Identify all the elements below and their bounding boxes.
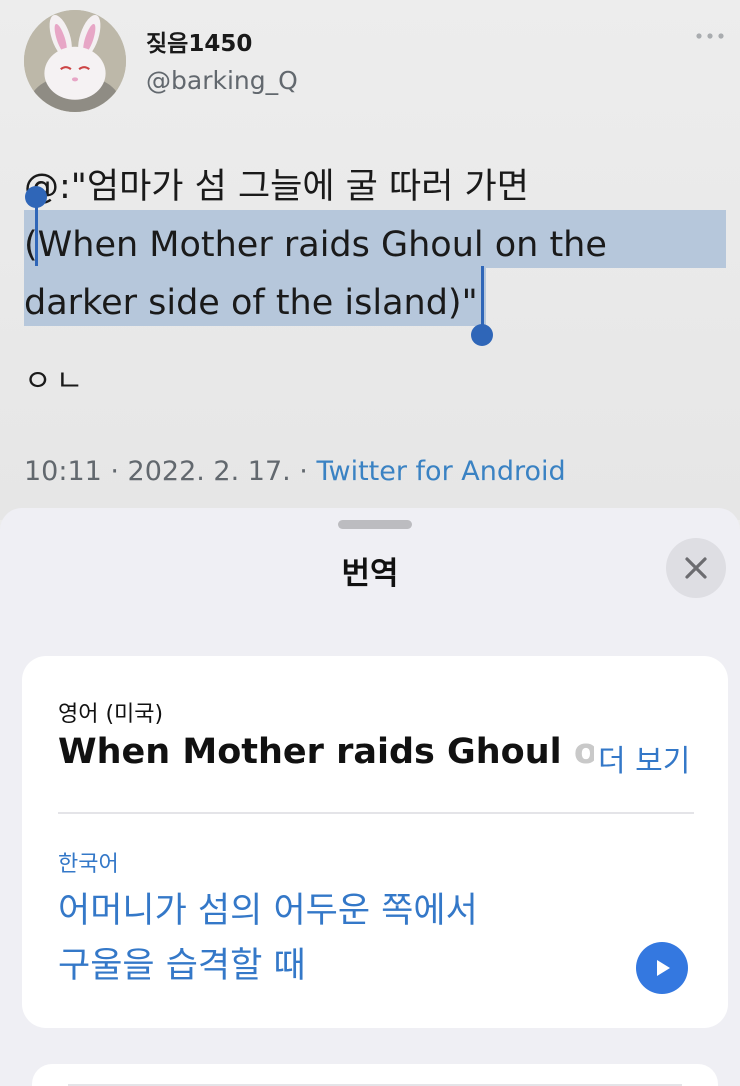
- translate-sheet: 번역 영어 (미국) When Mother raids Ghoul on 더 …: [0, 508, 740, 1086]
- tweet-reply-text: ㅇㄴ: [24, 364, 88, 399]
- user-handle[interactable]: @barking_Q: [146, 66, 298, 95]
- selection-end-stem: [481, 266, 484, 328]
- translated-text-line-1: 어머니가 섬의 어두운 쪽에서: [58, 891, 478, 931]
- tweet-text[interactable]: @:"엄마가 섬 그늘에 굴 따러 가면 (When Mother raids …: [24, 158, 724, 332]
- selection-start-stem: [35, 204, 38, 266]
- target-language-label[interactable]: 한국어: [58, 846, 119, 878]
- selected-text-1[interactable]: When Mother raids Ghoul on the: [38, 225, 607, 265]
- tweet-text-line-2: (When Mother raids Ghoul on the: [24, 216, 724, 274]
- selected-text-2[interactable]: darker side of the island: [24, 283, 448, 323]
- ellipsis-icon[interactable]: [694, 28, 726, 44]
- avatar[interactable]: [24, 10, 126, 112]
- translated-text: 어머니가 섬의 어두운 쪽에서 구울을 습격할 때: [58, 884, 618, 994]
- tweet-text-line-1: @:"엄마가 섬 그늘에 굴 따러 가면: [24, 167, 529, 207]
- close-icon: [685, 557, 707, 579]
- tweet-timestamp[interactable]: 10:11 · 2022. 2. 17. ·: [24, 456, 316, 487]
- tweet-source-link[interactable]: Twitter for Android: [316, 456, 565, 487]
- sheet-grabber[interactable]: [338, 520, 412, 529]
- next-card-peek: [32, 1064, 718, 1086]
- translated-text-line-2: 구울을 습격할 때: [58, 946, 306, 986]
- translation-card: 영어 (미국) When Mother raids Ghoul on 더 보기 …: [22, 656, 728, 1028]
- show-more-link[interactable]: 더 보기: [594, 736, 691, 780]
- close-button[interactable]: [666, 538, 726, 598]
- play-button[interactable]: [636, 942, 688, 994]
- close-quote: )": [447, 283, 478, 323]
- display-name[interactable]: 짖음1450: [146, 24, 252, 58]
- play-icon: [657, 960, 670, 976]
- source-text-main: When Mother raids Ghoul: [58, 732, 574, 772]
- tweet-meta: 10:11 · 2022. 2. 17. · Twitter for Andro…: [24, 456, 566, 487]
- source-language-label[interactable]: 영어 (미국): [58, 696, 163, 728]
- tweet: 짖음1450 @barking_Q @:"엄마가 섬 그늘에 굴 따러 가면 (…: [0, 0, 740, 520]
- selection-end-handle[interactable]: [471, 324, 493, 346]
- divider: [58, 812, 694, 814]
- sheet-title: 번역: [341, 556, 399, 592]
- tweet-text-line-3: darker side of the island)": [24, 274, 724, 332]
